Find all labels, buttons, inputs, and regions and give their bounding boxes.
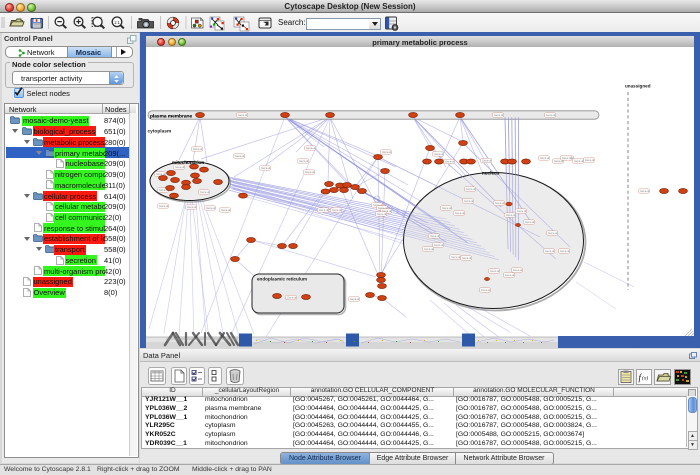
svg-text:Gene-al: Gene-al [481, 288, 491, 292]
svg-text:Gene-al: Gene-al [495, 201, 505, 205]
svg-text:Gene-al: Gene-al [159, 204, 169, 208]
svg-text:Gene-al: Gene-al [546, 113, 556, 117]
svg-text:endoplasmic reticulum: endoplasmic reticulum [257, 277, 307, 282]
svg-text:unassigned: unassigned [625, 84, 651, 89]
svg-text:(x): (x) [642, 375, 648, 382]
svg-text:Gene-al: Gene-al [517, 209, 527, 213]
svg-text:Gene-al: Gene-al [490, 269, 500, 273]
svg-text:Gene-al: Gene-al [424, 247, 434, 251]
svg-text:Gene-al: Gene-al [305, 170, 315, 174]
svg-text:Gene-al: Gene-al [238, 113, 248, 117]
svg-text:Gene-al: Gene-al [332, 208, 342, 212]
svg-text:Gene-al: Gene-al [455, 211, 465, 215]
svg-text:Gene-al: Gene-al [193, 147, 203, 151]
svg-text:Gene-al: Gene-al [513, 268, 523, 272]
svg-text:Gene-al: Gene-al [506, 213, 516, 217]
svg-text:Gene-al: Gene-al [221, 208, 231, 212]
svg-text:Gene-al: Gene-al [525, 220, 535, 224]
svg-text:Gene-al: Gene-al [540, 156, 550, 160]
svg-text:Gene-al: Gene-al [187, 205, 197, 209]
svg-text:Gene-al: Gene-al [451, 255, 461, 259]
svg-text:Gene-al: Gene-al [377, 212, 387, 216]
svg-text:Gene-al: Gene-al [434, 243, 444, 247]
svg-text:nucleus: nucleus [482, 171, 500, 176]
svg-text:Gene-al: Gene-al [482, 159, 492, 163]
svg-text:Gene-al: Gene-al [382, 150, 392, 154]
svg-text:Gene-al: Gene-al [505, 273, 515, 277]
svg-text:Gene-al: Gene-al [494, 113, 504, 117]
svg-text:Gene-al: Gene-al [200, 190, 210, 194]
svg-text:Gene-al: Gene-al [562, 156, 572, 160]
svg-text:Gene-al: Gene-al [206, 206, 216, 210]
svg-text:Gene-al: Gene-al [585, 158, 595, 162]
svg-text:Gene-al: Gene-al [306, 146, 316, 150]
svg-text:mitochondrion: mitochondrion [172, 160, 204, 165]
svg-text:Gene-al: Gene-al [464, 199, 474, 203]
svg-text:Gene-al: Gene-al [175, 165, 185, 169]
svg-text:Gene-al: Gene-al [442, 206, 452, 210]
svg-text:1:1: 1:1 [114, 20, 120, 25]
svg-text:Gene-al: Gene-al [261, 166, 271, 170]
svg-text:Gene-al: Gene-al [350, 297, 360, 301]
svg-text:Gene-al: Gene-al [462, 256, 472, 260]
svg-text:Gene-al: Gene-al [235, 154, 245, 158]
svg-text:Gene-al: Gene-al [548, 231, 558, 235]
svg-text:plasma membrane: plasma membrane [150, 114, 192, 120]
svg-text:Gene-al: Gene-al [319, 208, 329, 212]
svg-text:Gene-al: Gene-al [640, 189, 650, 193]
svg-text:Gene-al: Gene-al [560, 249, 570, 253]
svg-text:Gene-al: Gene-al [434, 152, 444, 156]
svg-text:Gene-al: Gene-al [299, 159, 309, 163]
svg-text:Gene-al: Gene-al [430, 234, 440, 238]
svg-text:Gene-al: Gene-al [287, 296, 297, 300]
svg-text:Gene-al: Gene-al [445, 160, 455, 164]
svg-text:Gene-al: Gene-al [574, 159, 584, 163]
svg-text:cytoplasm: cytoplasm [148, 129, 172, 135]
svg-text:Gene-al: Gene-al [466, 187, 476, 191]
svg-text:Gene-al: Gene-al [545, 249, 555, 253]
